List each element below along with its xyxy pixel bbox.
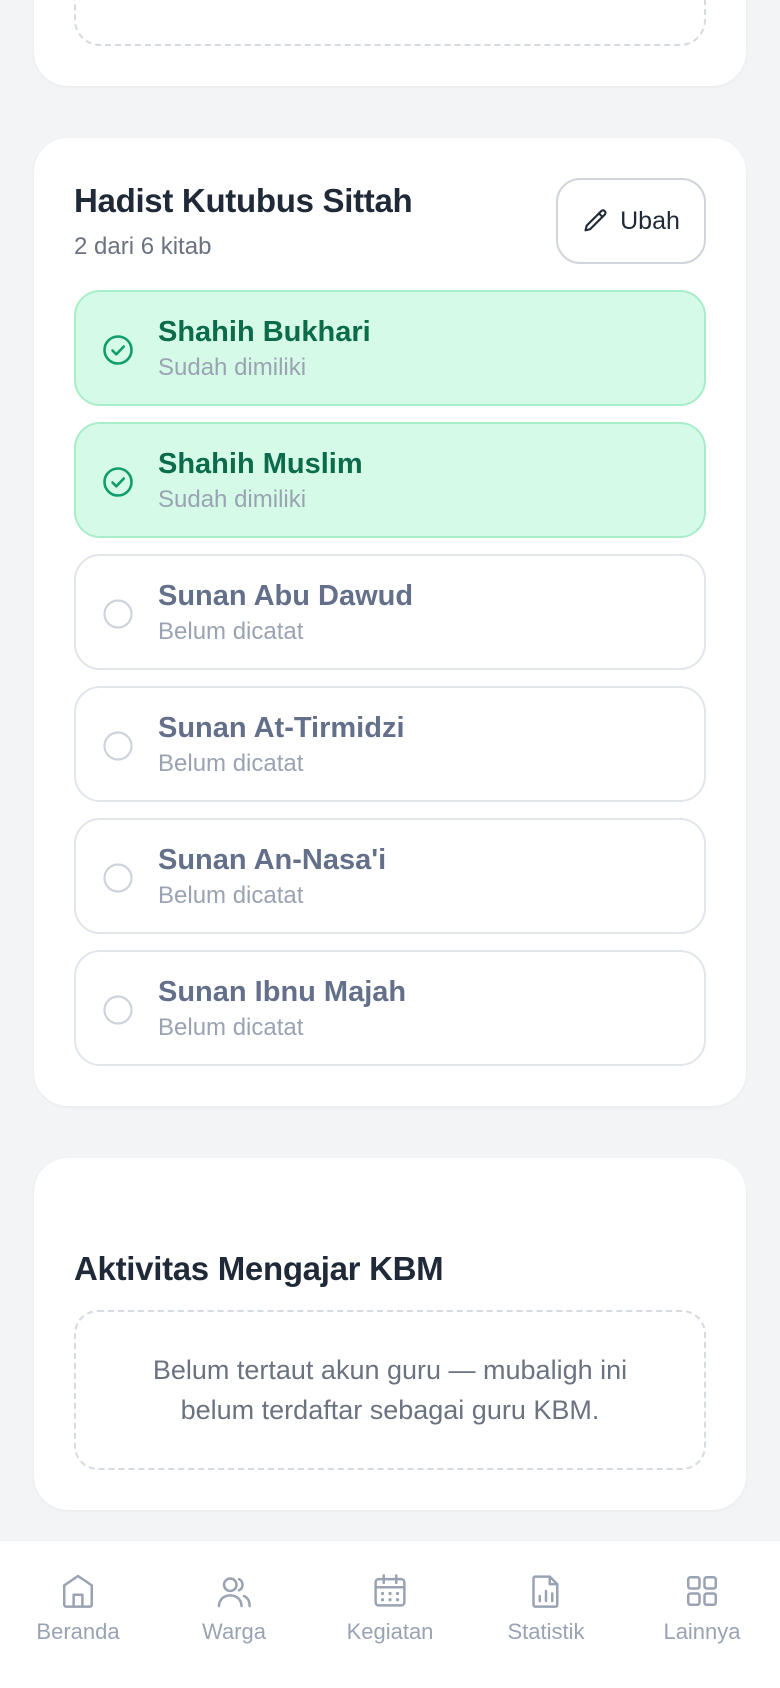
kitab-item[interactable]: Sunan At-Tirmidzi Belum dicatat (74, 686, 706, 802)
report-icon (532, 1575, 559, 1608)
kitab-item[interactable]: Sunan Abu Dawud Belum dicatat (74, 554, 706, 670)
bottom-nav: Beranda Warga Kegiatan Statistik Lainnya (0, 1540, 780, 1688)
kitab-name: Sunan An-Nasa'i (158, 844, 387, 876)
kitab-name: Shahih Bukhari (158, 316, 371, 348)
kitab-status: Belum dicatat (158, 1014, 304, 1041)
pencil-icon (584, 209, 607, 232)
nav-label: Lainnya (663, 1619, 741, 1644)
kitab-status: Sudah dimiliki (158, 486, 307, 513)
nav-item-statistik[interactable]: Statistik (476, 1571, 616, 1645)
nav-item-lainnya[interactable]: Lainnya (632, 1571, 772, 1645)
home-icon (63, 1574, 93, 1608)
kitab-item[interactable]: Shahih Muslim Sudah dimiliki (74, 422, 706, 538)
previous-section-card (34, 0, 746, 86)
previous-section-empty-box (74, 0, 706, 46)
kitab-item[interactable]: Sunan Ibnu Majah Belum dicatat (74, 950, 706, 1066)
nav-item-kegiatan[interactable]: Kegiatan (320, 1571, 460, 1645)
kbm-card: Aktivitas Mengajar KBM Belum tertaut aku… (34, 1158, 746, 1510)
nav-label: Warga (202, 1619, 266, 1644)
empty-circle-icon (103, 599, 133, 629)
nav-item-beranda[interactable]: Beranda (8, 1571, 148, 1645)
kitab-status: Belum dicatat (158, 882, 304, 909)
kitab-item[interactable]: Shahih Bukhari Sudah dimiliki (74, 290, 706, 406)
hadist-card: Hadist Kutubus Sittah 2 dari 6 kitab Uba… (34, 138, 746, 1106)
check-circle-icon (103, 335, 133, 365)
kbm-title: Aktivitas Mengajar KBM (74, 1250, 444, 1287)
edit-button[interactable]: Ubah (556, 178, 706, 264)
kitab-status: Sudah dimiliki (158, 354, 307, 381)
kitab-list: Shahih Bukhari Sudah dimiliki Shahih Musl… (74, 290, 706, 1082)
kitab-name: Sunan At-Tirmidzi (158, 712, 405, 744)
hadist-subtitle: 2 dari 6 kitab (74, 233, 212, 260)
kbm-empty-state: Belum tertaut akun guru — mubaligh ini b… (74, 1310, 706, 1470)
check-circle-icon (103, 467, 133, 497)
empty-circle-icon (103, 995, 133, 1025)
grid-icon (687, 1576, 717, 1606)
kitab-name: Sunan Abu Dawud (158, 580, 414, 612)
nav-label: Statistik (507, 1619, 585, 1644)
kitab-item[interactable]: Sunan An-Nasa'i Belum dicatat (74, 818, 706, 934)
nav-label: Kegiatan (346, 1619, 434, 1644)
nav-item-warga[interactable]: Warga (164, 1571, 304, 1645)
nav-label: Beranda (36, 1619, 120, 1644)
empty-circle-icon (103, 731, 133, 761)
hadist-title: Hadist Kutubus Sittah (74, 182, 413, 219)
page: Hadist Kutubus Sittah 2 dari 6 kitab Uba… (0, 0, 780, 1688)
kitab-name: Shahih Muslim (158, 448, 363, 480)
empty-circle-icon (103, 863, 133, 893)
edit-button-label: Ubah (620, 206, 680, 235)
kitab-name: Sunan Ibnu Majah (158, 976, 407, 1008)
kitab-status: Belum dicatat (158, 750, 304, 777)
calendar-icon (374, 1574, 406, 1607)
kitab-status: Belum dicatat (158, 618, 304, 645)
users-icon (217, 1577, 251, 1608)
